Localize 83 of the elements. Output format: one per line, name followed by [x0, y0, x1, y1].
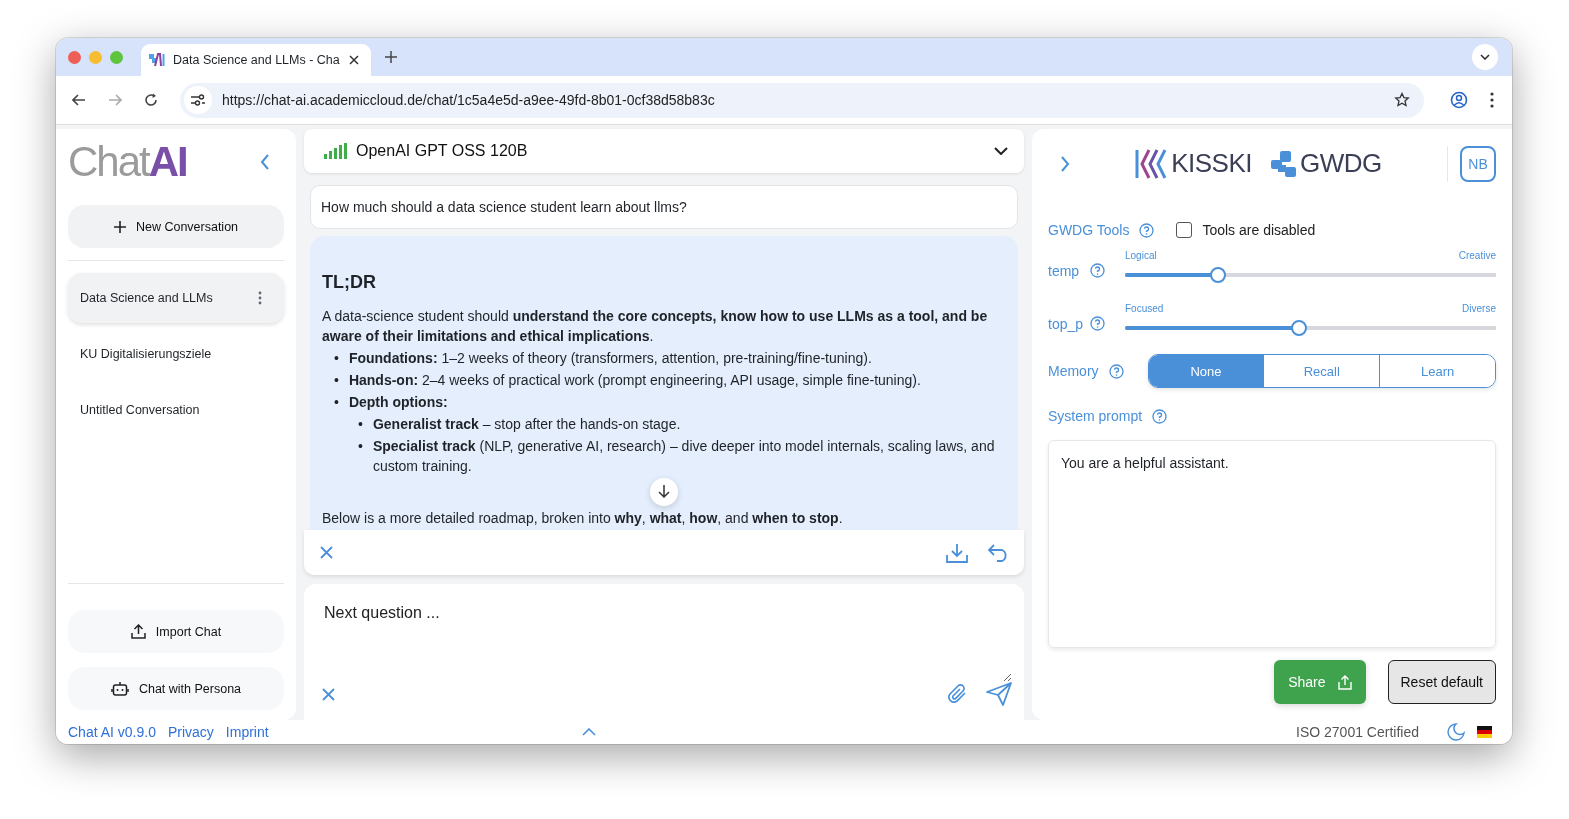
app-logo-icon	[149, 53, 165, 67]
chevron-down-icon	[994, 147, 1008, 155]
close-icon[interactable]	[349, 55, 359, 65]
bullet-text: Hands-on: 2–4 weeks of practical work (prompt engineering, API usage, simple fine-tuning).	[348, 371, 921, 390]
answer-paragraph: Below is a more detailed roadmap, broken into why, what, how, and when to stop.	[322, 509, 844, 528]
help-icon[interactable]	[1108, 363, 1124, 379]
kisski-logo: KISSKI	[1135, 148, 1253, 180]
import-chat-button[interactable]: Import Chat	[68, 610, 284, 653]
paperclip-icon[interactable]	[946, 683, 968, 705]
message-input-field[interactable]: Next question ...	[304, 584, 1024, 720]
setting-label: System prompt	[1048, 408, 1143, 425]
conversation-item[interactable]: KU Digitalisierungsziele	[68, 329, 284, 379]
bookmark-star-icon[interactable]	[1394, 92, 1410, 108]
profile-icon[interactable]	[1450, 91, 1468, 109]
answer-paragraph: A data-science student should understand the core concepts, know how to use LLMs as a tool, and be aware of their limitations and ethical implications.	[322, 307, 989, 346]
bullet-text: Depth options:	[348, 393, 448, 412]
collapse-icon[interactable]	[260, 154, 270, 170]
footer-link[interactable]: Imprint	[225, 724, 269, 740]
chevron-up-icon[interactable]	[582, 728, 597, 736]
more-icon[interactable]	[1490, 92, 1494, 108]
slider-thumb[interactable]	[1209, 267, 1226, 284]
model-selector[interactable]: OpenAI GPT OSS 120B	[304, 129, 1024, 173]
bullet-marker: •	[334, 371, 339, 390]
help-icon[interactable]	[1090, 263, 1105, 279]
checkbox-label: Tools are disabled	[1202, 222, 1316, 239]
setting-label: Memory	[1048, 363, 1099, 380]
bullet-marker: •	[334, 393, 339, 412]
slider-max-label: Diverse	[1462, 303, 1496, 315]
gwdg-logo: GWDG	[1270, 148, 1382, 180]
bullet-marker: •	[334, 349, 339, 368]
tab-list-button[interactable]	[1472, 44, 1498, 70]
user-message: How much should a data science student learn about llms?	[310, 185, 1018, 229]
expand-icon[interactable]	[1060, 155, 1070, 172]
footer-link[interactable]: Privacy	[167, 724, 214, 740]
bullet-text: Foundations: 1–2 weeks of theory (transformers, attention, pre-training/fine-tuning).	[348, 349, 872, 368]
chat-ai-logo: ChatAI	[68, 141, 187, 183]
bullet-text: Specialist track (NLP, generative AI, research) – dive deeper into model internals, scaling laws, and custom training.	[372, 437, 996, 476]
zoom-light[interactable]	[110, 50, 123, 64]
bullet-marker: •	[358, 437, 363, 456]
bullet-text: Generalist track – stop after the hands-on stage.	[372, 415, 681, 434]
slider-min-label: Logical	[1125, 250, 1157, 262]
conversation-title: Data Science and LLMs	[80, 291, 213, 305]
arrow-down-icon	[658, 485, 670, 499]
footer-link[interactable]: Chat AI v0.9.0	[68, 724, 156, 740]
site-settings-icon[interactable]	[191, 94, 205, 106]
new-tab-icon[interactable]	[385, 51, 397, 63]
robot-icon	[110, 681, 129, 696]
slider-min-label: Focused	[1125, 303, 1164, 315]
chevron-down-icon	[1480, 54, 1490, 60]
tools-checkbox[interactable]	[1176, 222, 1193, 239]
reset-default-button[interactable]: Reset default	[1387, 660, 1496, 704]
new-conversation-button[interactable]: New Conversation	[68, 205, 284, 248]
close-light[interactable]	[68, 50, 81, 64]
conversation-item[interactable]: Untitled Conversation	[68, 385, 284, 435]
reload-icon[interactable]	[144, 93, 158, 107]
system-prompt-field[interactable]: You are a helpful assistant.	[1048, 440, 1496, 648]
address-field[interactable]: https://chat-ai.academiccloud.de/chat/1c5a4e5d-a9ee-49fd-8b01-0cf38d58b83c	[180, 82, 1424, 118]
download-icon[interactable]	[946, 542, 968, 563]
bullet-marker: •	[358, 415, 363, 434]
help-icon[interactable]	[1139, 222, 1155, 238]
conversation-title: Untitled Conversation	[80, 403, 200, 417]
slider-thumb[interactable]	[1291, 320, 1308, 337]
dark-mode-moon-icon[interactable]	[1447, 723, 1465, 741]
share-icon	[1337, 674, 1352, 690]
slider-max-label: Creative	[1458, 250, 1496, 262]
certification-text: ISO 27001 Certified	[1296, 724, 1419, 740]
german-flag-icon[interactable]	[1477, 726, 1492, 738]
send-icon[interactable]	[986, 682, 1012, 706]
conversation-item[interactable]: Data Science and LLMs	[68, 273, 284, 323]
plus-icon	[113, 220, 126, 233]
help-icon[interactable]	[1152, 408, 1168, 424]
back-icon[interactable]	[72, 94, 86, 106]
scroll-down-button[interactable]	[650, 478, 678, 506]
upload-icon	[130, 624, 146, 639]
conversation-title: KU Digitalisierungsziele	[80, 347, 212, 361]
setting-label: GWDG Tools	[1048, 222, 1130, 239]
answer-heading: TL;DR	[322, 272, 377, 292]
setting-label: temp	[1048, 262, 1080, 279]
chat-with-persona-button[interactable]: Chat with Persona	[68, 667, 284, 710]
signal-bars-icon	[324, 143, 348, 159]
help-icon[interactable]	[1090, 316, 1105, 332]
browser-tab[interactable]: Data Science and LLMs - Cha	[141, 44, 371, 76]
forward-icon[interactable]	[108, 94, 122, 106]
